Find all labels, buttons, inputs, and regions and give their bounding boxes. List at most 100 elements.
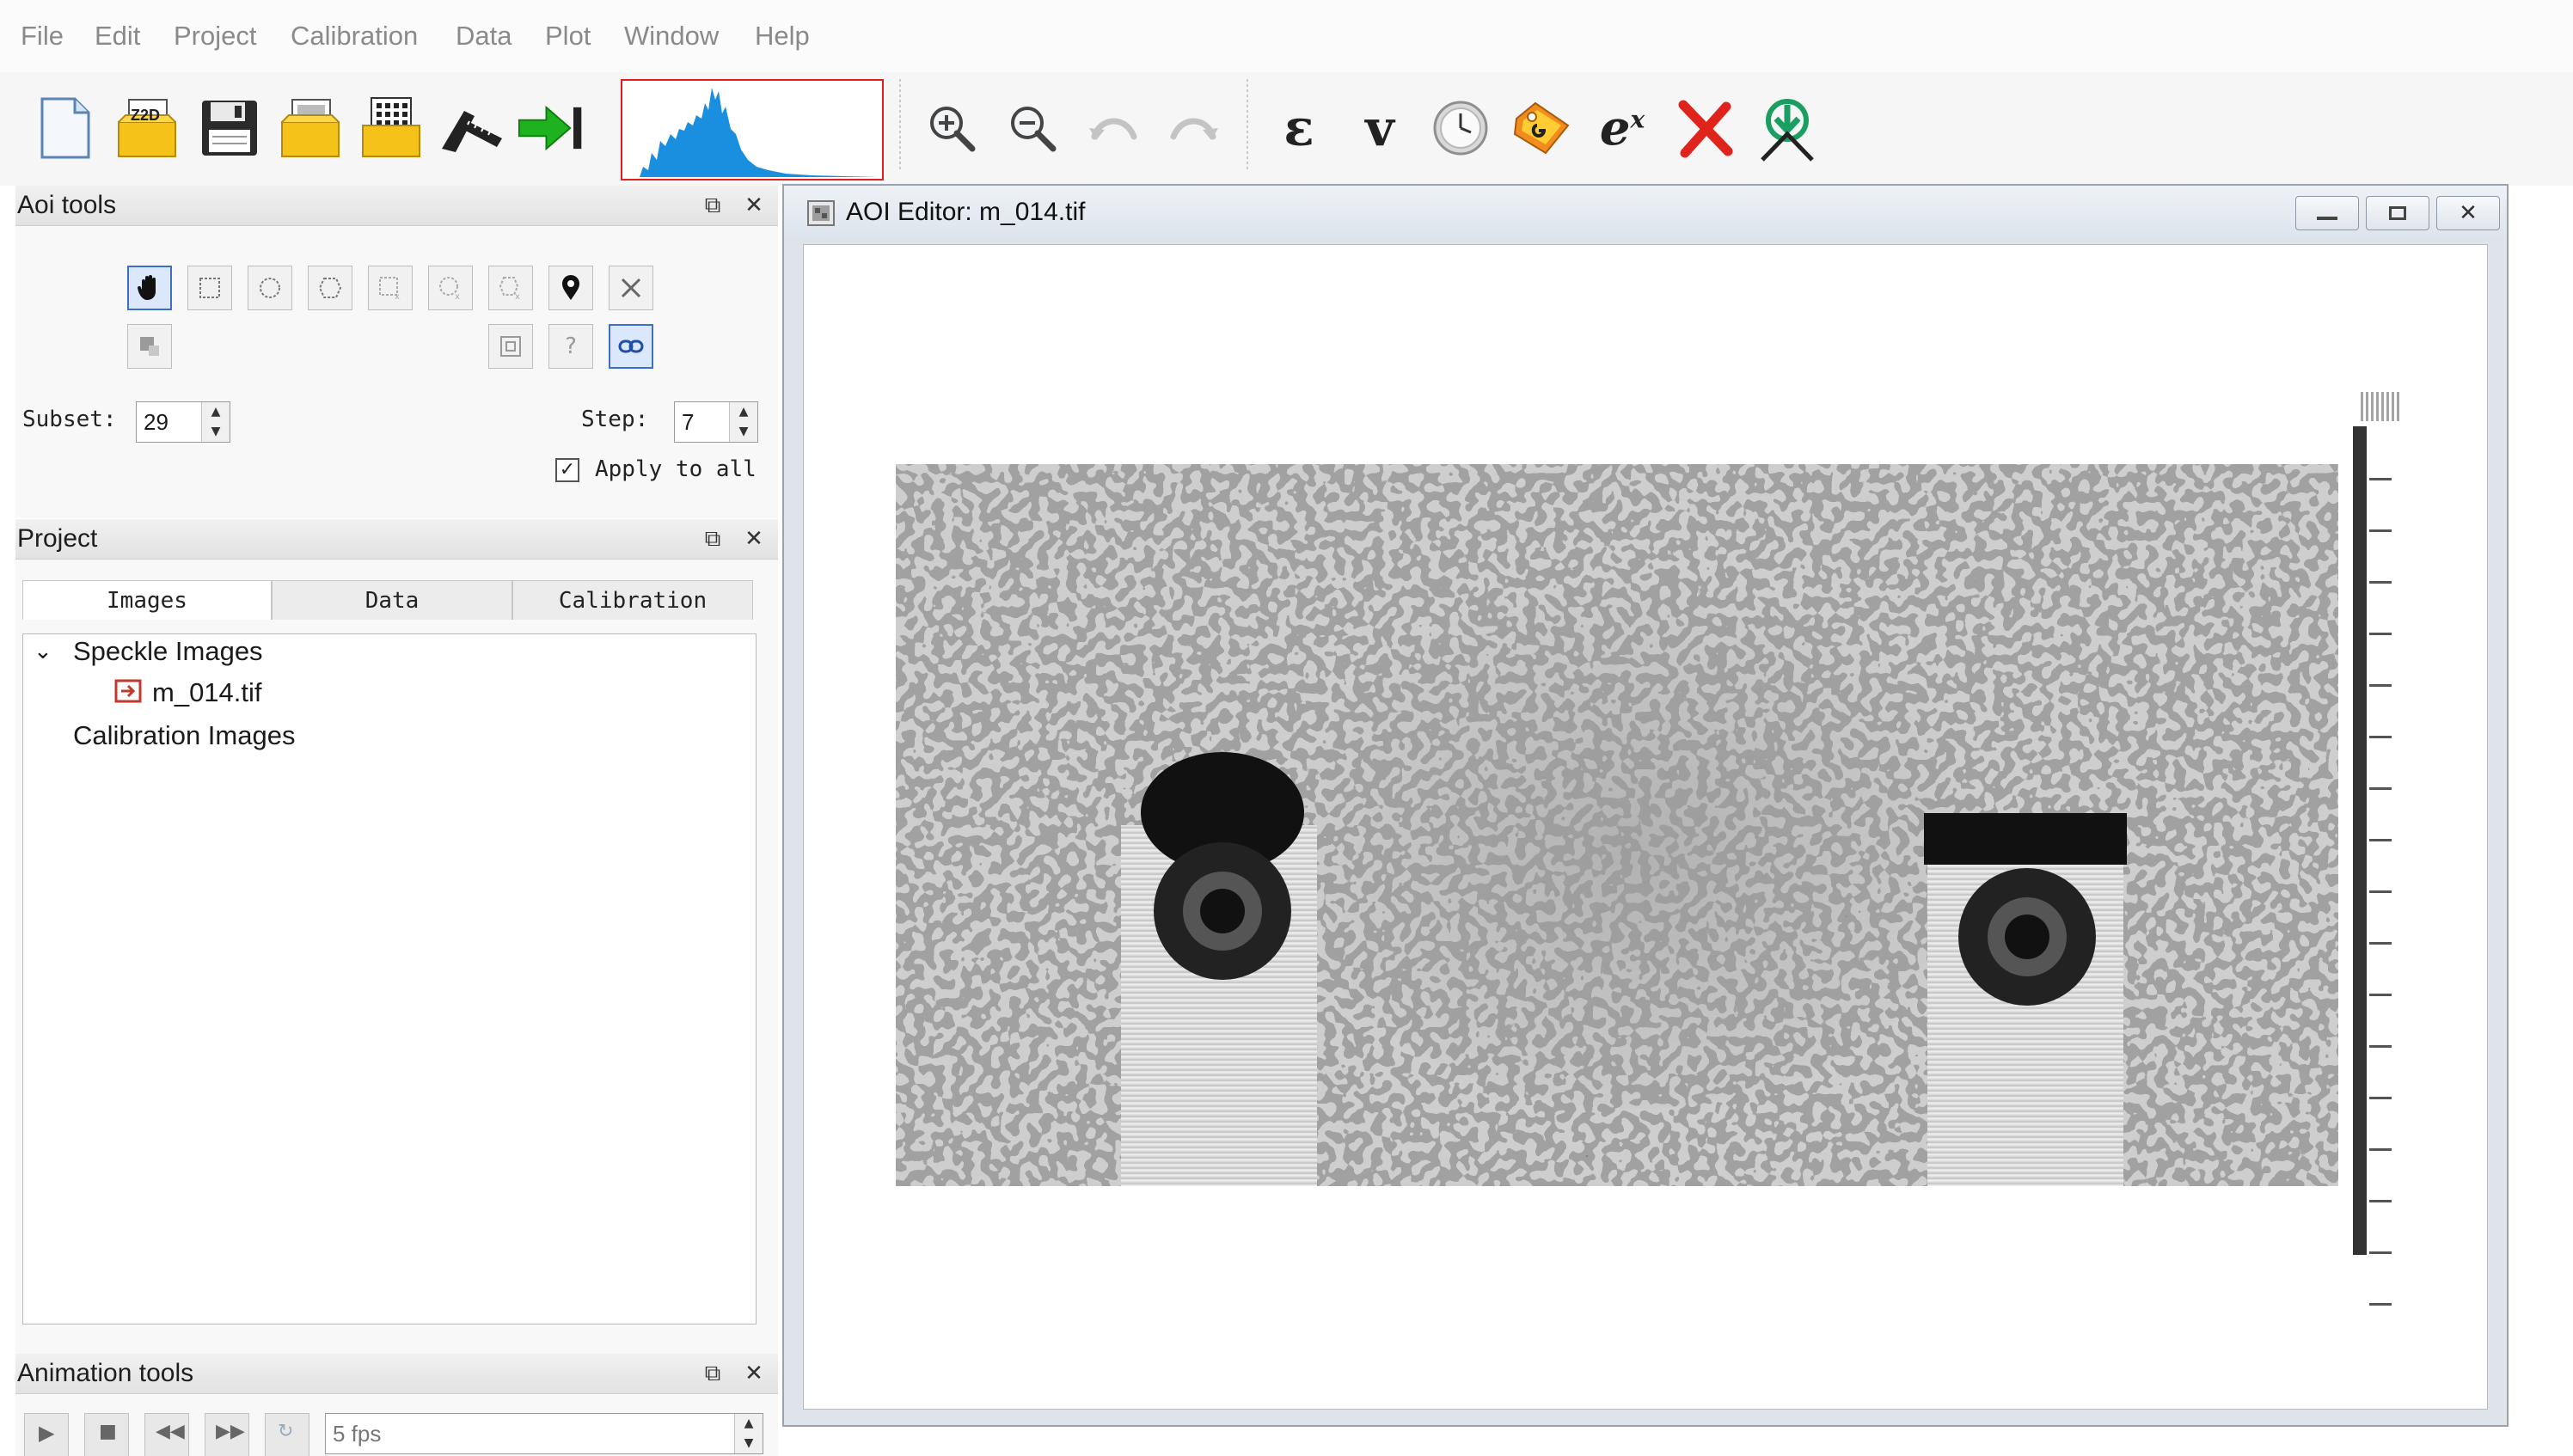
apply-all-label: Apply to all <box>595 456 757 482</box>
image-window-icon <box>807 200 835 226</box>
fit-view-tool[interactable] <box>488 324 533 369</box>
expression-button[interactable]: ex <box>1589 95 1656 162</box>
float-icon[interactable]: ⧉ <box>700 526 726 552</box>
fps-stepper-arrows[interactable]: ▲ ▼ <box>734 1414 763 1453</box>
spin-down-icon[interactable]: ▼ <box>730 422 757 442</box>
aoi-editor-titlebar[interactable]: AOI Editor: m_014.tif ✕ <box>784 186 2507 239</box>
redo-button[interactable] <box>1161 95 1228 162</box>
delete-button[interactable] <box>1671 95 1738 162</box>
maximize-button[interactable] <box>2366 196 2429 230</box>
pan-tool-button[interactable] <box>127 266 172 310</box>
close-icon[interactable]: ✕ <box>741 1361 767 1386</box>
loop-button[interactable]: ↻ <box>265 1413 309 1456</box>
open-grid-icon <box>362 97 420 157</box>
download-icon <box>1761 99 1814 162</box>
scale-tick <box>2369 633 2392 635</box>
step-spinbox[interactable]: 7 ▲ ▼ <box>674 401 758 443</box>
zoom-in-button[interactable] <box>918 95 985 162</box>
undo-button[interactable] <box>1080 95 1147 162</box>
tag-button[interactable] <box>1508 95 1575 162</box>
spin-up-icon[interactable]: ▲ <box>730 402 757 422</box>
mask-tool[interactable] <box>127 324 172 369</box>
stop-button[interactable]: ■ <box>84 1413 129 1456</box>
deformation-haze <box>1274 541 1996 1109</box>
tab-calibration[interactable]: Calibration <box>512 580 753 620</box>
close-window-button[interactable]: ✕ <box>2436 196 2500 230</box>
spin-up-icon[interactable]: ▲ <box>202 402 230 422</box>
z2d-label: Z2D <box>131 107 161 124</box>
tab-images[interactable]: Images <box>22 580 272 620</box>
float-icon[interactable]: ⧉ <box>700 1361 726 1386</box>
scale-tick <box>2369 890 2392 893</box>
link-icon <box>618 340 644 353</box>
ellipse-cut-icon: x <box>439 277 460 301</box>
scale-bar <box>2353 426 2367 1255</box>
apply-all-checkbox[interactable]: ✓ <box>555 458 579 482</box>
scale-tick <box>2369 1148 2392 1151</box>
clear-aoi-tool[interactable] <box>609 266 653 310</box>
close-icon[interactable]: ✕ <box>741 526 767 552</box>
close-icon[interactable]: ✕ <box>741 193 767 218</box>
seed-point-tool[interactable] <box>548 266 593 310</box>
spin-down-icon[interactable]: ▼ <box>202 422 230 442</box>
loop-icon: ↻ <box>278 1421 294 1442</box>
subset-label: Subset: <box>22 407 117 432</box>
project-panel: Images Data Calibration ⌄ Speckle Images… <box>15 560 778 1354</box>
previous-button[interactable]: ◀◀ <box>144 1413 189 1456</box>
right-pin-shadow <box>1924 813 2127 865</box>
clock-button[interactable] <box>1427 95 1494 162</box>
next-button[interactable]: ▶▶ <box>205 1413 249 1456</box>
ellipse-cut-tool[interactable]: x <box>428 266 473 310</box>
tree-file-m014[interactable]: m_014.tif <box>152 677 262 708</box>
next-icon: ▶▶ <box>216 1421 245 1442</box>
open-grid-button[interactable] <box>358 95 425 162</box>
scale-tick <box>2369 839 2392 841</box>
rectangle-cut-tool[interactable]: x <box>368 266 413 310</box>
project-title: Project <box>17 524 98 553</box>
zoom-out-button[interactable] <box>999 95 1066 162</box>
polygon-select-tool[interactable] <box>308 266 352 310</box>
open-images-button[interactable] <box>277 95 344 162</box>
run-button[interactable] <box>518 95 585 162</box>
strain-button[interactable]: ε <box>1265 95 1332 162</box>
velocity-button[interactable]: v <box>1346 95 1413 162</box>
download-button[interactable] <box>1754 95 1821 162</box>
open-z2d-button[interactable]: Z2D <box>113 95 181 162</box>
polygon-cut-tool[interactable]: x <box>488 266 533 310</box>
chevron-down-icon[interactable]: ⌄ <box>34 638 52 664</box>
close-icon: ✕ <box>2459 200 2478 226</box>
minimize-button[interactable] <box>2295 196 2359 230</box>
scale-tick <box>2369 529 2392 532</box>
menu-file[interactable]: File <box>21 0 64 72</box>
subset-stepper-arrows[interactable]: ▲ ▼ <box>201 402 230 442</box>
svg-text:x: x <box>395 292 400 301</box>
histogram-view[interactable] <box>621 79 884 180</box>
play-button[interactable]: ▶ <box>24 1413 69 1456</box>
spin-up-icon[interactable]: ▲ <box>735 1414 763 1434</box>
float-icon[interactable]: ⧉ <box>700 193 726 218</box>
tree-group-speckle-images[interactable]: Speckle Images <box>73 636 263 667</box>
clear-x-icon <box>621 278 641 298</box>
calibration-tool-button[interactable] <box>438 95 505 162</box>
tree-group-calibration-images[interactable]: Calibration Images <box>73 720 295 751</box>
tab-data[interactable]: Data <box>272 580 512 620</box>
subset-spinbox[interactable]: 29 ▲ ▼ <box>136 401 230 443</box>
ellipse-select-tool[interactable] <box>248 266 292 310</box>
spin-down-icon[interactable]: ▼ <box>735 1434 763 1453</box>
subset-value: 29 <box>144 409 168 435</box>
speckle-image[interactable] <box>896 464 2338 1186</box>
link-tool[interactable] <box>609 324 653 369</box>
menu-data[interactable]: Data <box>456 0 512 72</box>
help-tool[interactable]: ? <box>548 324 593 369</box>
menu-calibration[interactable]: Calibration <box>291 0 418 72</box>
save-button[interactable] <box>196 95 263 162</box>
menu-project[interactable]: Project <box>174 0 256 72</box>
step-stepper-arrows[interactable]: ▲ ▼ <box>729 402 757 442</box>
menu-plot[interactable]: Plot <box>545 0 591 72</box>
new-file-button[interactable] <box>31 95 98 162</box>
menu-window[interactable]: Window <box>624 0 719 72</box>
menu-edit[interactable]: Edit <box>95 0 140 72</box>
rectangle-select-tool[interactable] <box>187 266 232 310</box>
menu-help[interactable]: Help <box>755 0 810 72</box>
fps-spinbox[interactable]: 5 fps ▲ ▼ <box>325 1413 763 1454</box>
